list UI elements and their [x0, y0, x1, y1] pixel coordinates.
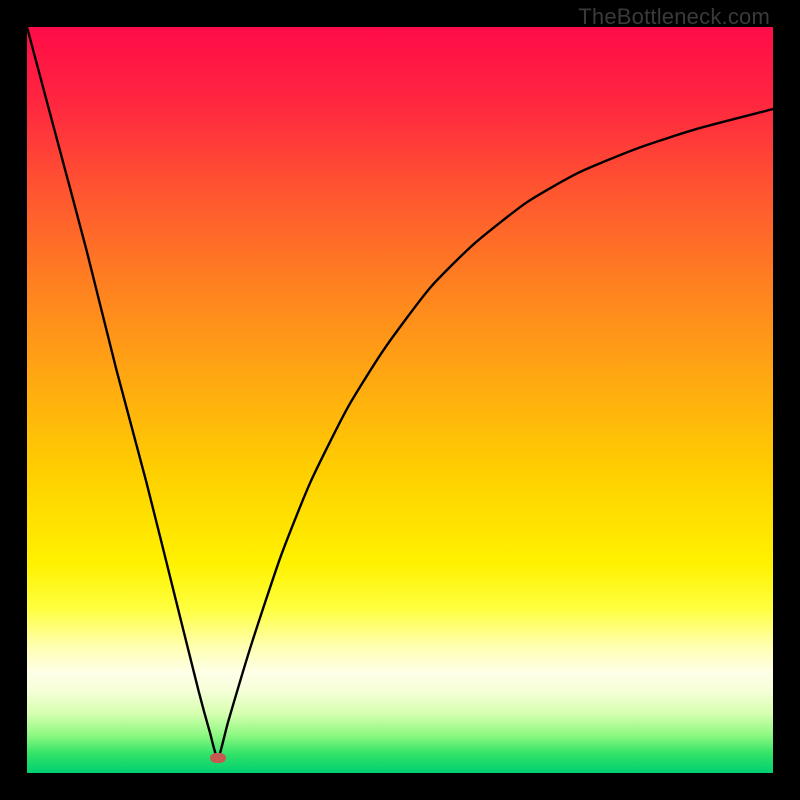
watermark-text: TheBottleneck.com	[578, 4, 770, 30]
plot-area	[27, 27, 773, 773]
minimum-marker	[210, 753, 226, 763]
bottleneck-curve	[27, 27, 773, 773]
